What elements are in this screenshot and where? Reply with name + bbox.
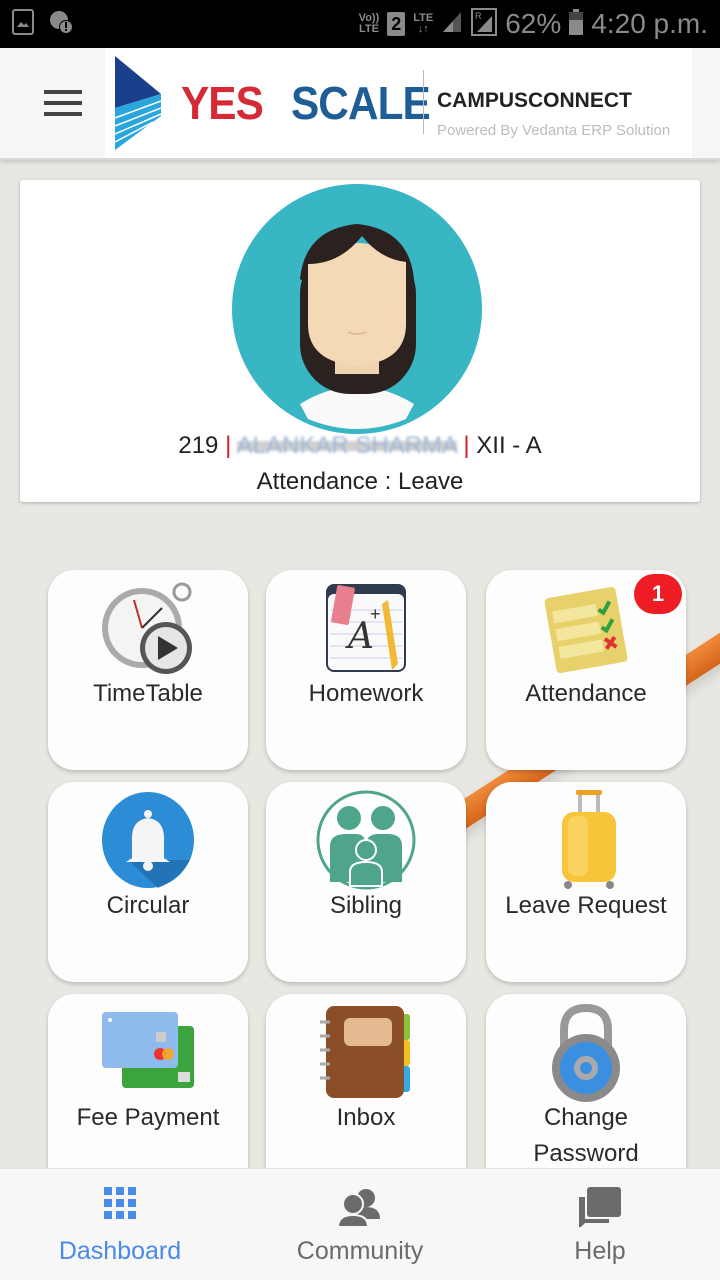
notification-badge: 1 [634,574,682,614]
brand-yes: YES [181,77,264,129]
hamburger-menu-button[interactable] [44,90,82,118]
battery-icon [569,8,584,40]
tile-label: Attendance [525,680,647,707]
svg-text:+: + [370,604,381,624]
credit-cards-icon [98,1002,198,1102]
tile-label: Fee Payment [76,1104,220,1131]
stopwatch-icon [98,578,198,678]
tile-label: Leave Request [505,892,667,919]
tile-circular[interactable]: Circular [48,782,248,982]
tile-change-password[interactable]: Change Password [486,994,686,1194]
chat-icon [579,1187,621,1232]
tile-label: TimeTable [93,680,203,707]
powered-by: Powered By Vedanta ERP Solution [437,122,671,139]
tile-label: Change Password [486,1100,686,1172]
nav-help[interactable]: Help [480,1169,720,1280]
svg-text:R: R [475,11,482,21]
tile-leave-request[interactable]: Leave Request [486,782,686,982]
tile-timetable[interactable]: TimeTable [48,570,248,770]
padlock-icon [536,1002,636,1102]
nav-community[interactable]: Community [240,1169,480,1280]
brand-logo: YES SCALE CAMPUSCONNECT Powered By Vedan… [105,48,692,158]
tile-label: Homework [308,680,424,707]
tile-inbox[interactable]: Inbox [266,994,466,1194]
sync-alert-icon [48,9,74,40]
roaming-signal-icon: R [471,7,498,41]
family-icon [316,790,416,890]
battery-percent: 62% [505,8,562,39]
tile-label: Sibling [329,892,403,919]
yes-scale-logo-icon [113,56,163,155]
bell-icon [98,790,198,890]
app-bar: YES SCALE CAMPUSCONNECT Powered By Vedan… [0,48,720,160]
tile-label-text: Change Password [533,1104,639,1167]
avatar[interactable] [230,184,484,434]
suitcase-icon [536,790,636,890]
menu-icon [44,90,82,94]
tile-attendance[interactable]: Attendance 1 [486,570,686,770]
class-section: XII - A [476,432,542,459]
notebook-icon [316,1002,416,1102]
roll-number: 219 [178,432,219,459]
product-name: CAMPUSCONNECT [437,89,632,112]
tile-label: Circular [106,892,190,919]
nav-label: Help [574,1237,626,1265]
tile-sibling[interactable]: Sibling [266,782,466,982]
people-icon [336,1187,382,1232]
bottom-navigation: Dashboard Community Help [0,1168,720,1280]
checklist-icon [536,578,636,678]
tile-homework[interactable]: A + Homework [266,570,466,770]
tile-fee-payment[interactable]: Fee Payment [48,994,248,1194]
nav-label: Community [296,1237,424,1265]
nav-dashboard[interactable]: Dashboard [0,1169,240,1280]
grid-icon [104,1187,136,1224]
gallery-icon [12,8,34,40]
tile-label: Inbox [336,1104,396,1131]
nav-label: Dashboard [58,1237,182,1265]
student-name: ALANKAR SHARMA [236,432,457,459]
notepad-icon: A + [316,578,416,678]
clock: 4:20 p.m. [591,8,708,39]
separator: | [463,432,470,459]
status-bar: Vo)) LTE 2 LTE ↓↑ R 62% 4:20 p.m. [0,0,720,48]
volte-indicator: Vo)) LTE [358,12,380,35]
student-summary: 219 | ALANKAR SHARMA | XII - A [20,432,700,460]
profile-card: 219 | ALANKAR SHARMA | XII - A Attendanc… [20,180,700,502]
logo-divider [423,70,424,134]
signal-icon [441,10,463,39]
attendance-status: Attendance : Leave [256,468,464,495]
brand-scale: SCALE [291,77,431,129]
separator: | [225,432,232,459]
sim-slot-icon: 2 [387,12,406,36]
network-type: LTE ↓↑ [413,12,434,35]
